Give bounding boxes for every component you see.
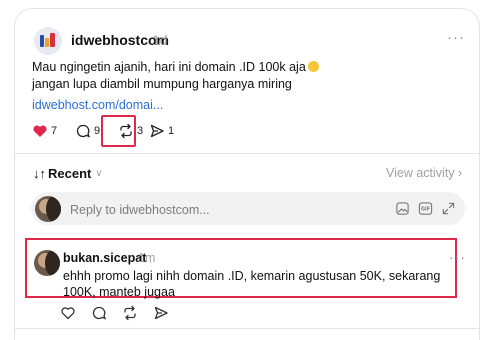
comment-icon[interactable] [91,305,107,321]
sort-label: Recent [48,166,92,181]
comment-username[interactable]: bukan.sicepat [63,251,146,265]
repost-count: 3 [137,125,144,137]
comment-icon [76,124,91,138]
post-link[interactable]: idwebhost.com/domai... [32,98,163,112]
send-icon[interactable] [153,305,169,321]
repost-icon[interactable] [122,305,138,321]
image-icon[interactable] [395,201,410,216]
share-button[interactable]: 1 [149,123,189,139]
svg-text:GIF: GIF [421,207,430,213]
divider [15,153,479,154]
post-time: 1d [152,32,168,48]
comment-actions [60,305,184,321]
heart-icon [33,125,47,137]
comment-time: 1m [138,251,156,265]
divider [15,328,479,329]
idwebhost-avatar[interactable] [34,27,62,55]
chevron-down-icon: ∨ [95,168,103,179]
view-activity-link[interactable]: View activity › [386,166,462,180]
send-icon [150,124,164,138]
post-line-2: jangan lupa diambil mumpung harganya mir… [32,77,292,91]
gif-icon[interactable]: GIF [418,201,433,216]
comment-avatar[interactable] [34,250,60,276]
current-user-avatar [35,196,61,222]
share-count: 1 [168,125,175,137]
reply-input[interactable]: Reply to idwebhostcom... [70,203,210,217]
like-button[interactable]: 7 [32,123,75,139]
fist-emoji-icon [307,61,319,72]
comment-more-icon[interactable]: ··· [449,249,466,265]
repost-highlight-box [101,115,136,147]
heart-icon[interactable] [60,305,76,321]
sort-recent-button[interactable]: ↓↑ Recent ∨ [33,166,103,181]
post-more-icon[interactable]: ··· [447,29,465,46]
post-text: Mau ngingetin ajanih, hari ini domain .I… [32,59,452,93]
like-count: 7 [51,125,58,137]
expand-icon[interactable] [441,201,456,216]
comment-text: ehhh promo lagi nihh domain .ID, kemarin… [63,269,441,299]
reply-count: 9 [94,125,101,137]
post-line-1: Mau ngingetin ajanih, hari ini domain .I… [32,60,306,74]
sort-arrows-icon: ↓↑ [33,166,46,181]
